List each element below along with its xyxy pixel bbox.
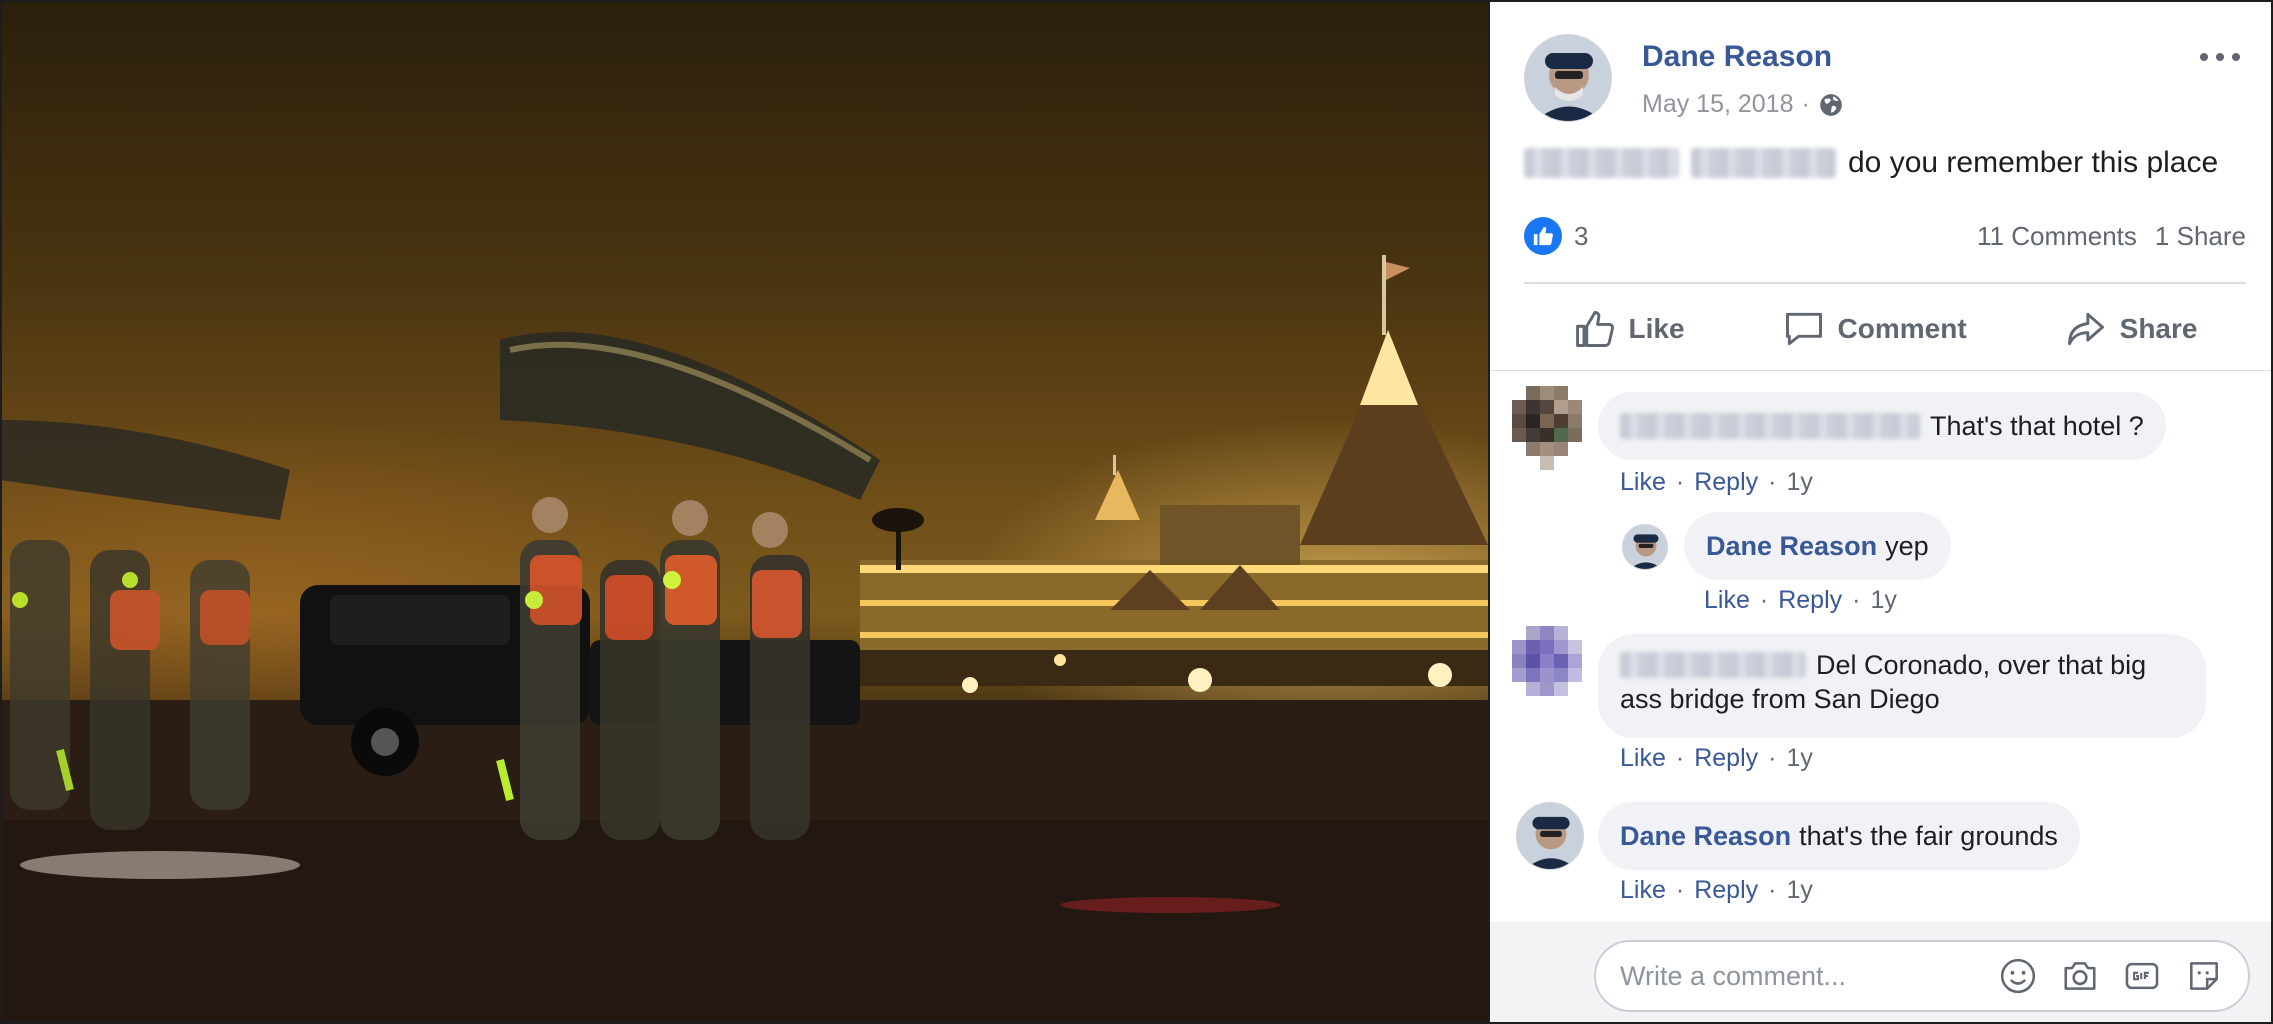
separator: · xyxy=(1675,744,1685,772)
comment-reply-link[interactable]: Reply xyxy=(1694,744,1758,773)
post-date[interactable]: May 15, 2018 xyxy=(1642,90,1794,119)
reply-author[interactable]: Dane Reason xyxy=(1706,529,1877,563)
redacted-commenter-name xyxy=(1620,652,1806,678)
thumbs-up-icon xyxy=(1575,311,1614,347)
avatar-image xyxy=(1623,525,1667,569)
separator: · xyxy=(1675,468,1685,496)
separator: · xyxy=(1768,876,1777,904)
divider xyxy=(1490,370,2271,371)
stats-right: 11 Comments 1 Share xyxy=(1977,221,2246,252)
divider xyxy=(1524,282,2246,284)
comment-text-line2: ass bridge from San Diego xyxy=(1620,684,1940,714)
hotel-building xyxy=(860,255,1488,693)
post-panel: Dane Reason May 15, 2018 · do you rememb… xyxy=(1488,0,2273,1024)
comment-time[interactable]: 1y xyxy=(1786,876,1812,905)
reply-reply-link[interactable]: Reply xyxy=(1778,586,1842,615)
more-options-icon[interactable] xyxy=(2200,42,2240,72)
comment-reply-link[interactable]: Reply xyxy=(1694,876,1758,905)
emoji-icon[interactable] xyxy=(1998,956,2038,996)
camera-icon[interactable] xyxy=(2060,956,2100,996)
comment-button[interactable]: Comment xyxy=(1782,307,1967,351)
comment-time[interactable]: 1y xyxy=(1786,468,1812,497)
author-avatar[interactable] xyxy=(1524,34,1612,122)
comment-composer xyxy=(1594,940,2250,1012)
post-photo[interactable] xyxy=(0,0,1488,1024)
comment-bubble: That's that hotel ? xyxy=(1598,392,2166,460)
comment-line: Del Coronado, over that big xyxy=(1620,648,2184,682)
comments-count[interactable]: 11 Comments xyxy=(1977,221,2137,252)
comment-bubble: Dane Reason that's the fair grounds xyxy=(1598,802,2080,870)
action-bar: Like Comment Share xyxy=(1524,292,2246,366)
comment-like-link[interactable]: Like xyxy=(1620,876,1666,905)
comment-actions: Like · Reply · 1y xyxy=(1620,876,1813,905)
separator: · xyxy=(1852,586,1861,614)
comment-input[interactable] xyxy=(1620,960,1998,992)
share-label: Share xyxy=(2119,313,2198,344)
post-text: do you remember this place xyxy=(1524,146,2244,180)
globe-icon[interactable] xyxy=(1818,92,1844,118)
commenter-avatar[interactable] xyxy=(1516,802,1584,870)
comment-time[interactable]: 1y xyxy=(1786,744,1812,773)
avatar-image xyxy=(1525,35,1611,121)
comment-author[interactable]: Dane Reason xyxy=(1620,819,1791,853)
comment-like-link[interactable]: Like xyxy=(1620,468,1666,497)
separator: · xyxy=(1768,468,1777,496)
sticker-icon[interactable] xyxy=(2184,956,2224,996)
share-button[interactable]: Share xyxy=(2064,307,2198,351)
comment-bubble: Del Coronado, over that big ass bridge f… xyxy=(1598,634,2206,738)
comment-text: that's the fair grounds xyxy=(1799,821,2058,851)
author-name[interactable]: Dane Reason xyxy=(1642,40,1832,74)
photo-scene xyxy=(0,255,1488,1024)
commenter-avatar[interactable] xyxy=(1512,386,1582,470)
like-button[interactable]: Like xyxy=(1573,307,1685,351)
comment-reply-link[interactable]: Reply xyxy=(1694,468,1758,497)
people-group xyxy=(496,497,810,840)
like-reaction-icon[interactable] xyxy=(1524,217,1562,255)
comment-actions: Like · Reply · 1y xyxy=(1620,468,1813,497)
reply-bubble: Dane Reason yep xyxy=(1684,512,1951,580)
redacted-tag xyxy=(1691,148,1836,178)
post-header: Dane Reason May 15, 2018 · xyxy=(1524,34,2244,124)
comment-text-line1: Del Coronado, over that big xyxy=(1816,650,2147,680)
post-meta: May 15, 2018 · xyxy=(1642,90,1844,119)
reply-text: yep xyxy=(1885,531,1929,561)
separator: · xyxy=(1675,876,1685,904)
comment-text: That's that hotel ? xyxy=(1930,411,2144,441)
comments-list: That's that hotel ? Like · Reply · 1y Da… xyxy=(1490,372,2271,922)
post-stats: 3 11 Comments 1 Share xyxy=(1524,214,2246,258)
commenter-avatar[interactable] xyxy=(1512,626,1582,710)
separator: · xyxy=(1759,586,1769,614)
reply-time[interactable]: 1y xyxy=(1870,586,1896,615)
comment-actions: Like · Reply · 1y xyxy=(1620,744,1813,773)
comment-icon xyxy=(1785,312,1822,346)
meta-separator: · xyxy=(1801,90,1810,118)
comment-label: Comment xyxy=(1837,313,1967,344)
composer-icons xyxy=(1998,956,2224,996)
comment-like-link[interactable]: Like xyxy=(1620,744,1666,773)
avatar-image xyxy=(1517,803,1583,869)
reply-actions: Like · Reply · 1y xyxy=(1704,586,1897,615)
like-count[interactable]: 3 xyxy=(1574,221,1588,252)
post-body: do you remember this place xyxy=(1848,146,2219,179)
like-label: Like xyxy=(1628,313,1685,344)
reply-like-link[interactable]: Like xyxy=(1704,586,1750,615)
redacted-tag xyxy=(1524,148,1679,178)
separator: · xyxy=(1768,744,1777,772)
redacted-commenter-name xyxy=(1620,413,1920,439)
gif-icon[interactable] xyxy=(2122,956,2162,996)
shares-count[interactable]: 1 Share xyxy=(2155,221,2246,252)
share-icon xyxy=(2067,312,2104,346)
reply-avatar[interactable] xyxy=(1622,524,1668,570)
